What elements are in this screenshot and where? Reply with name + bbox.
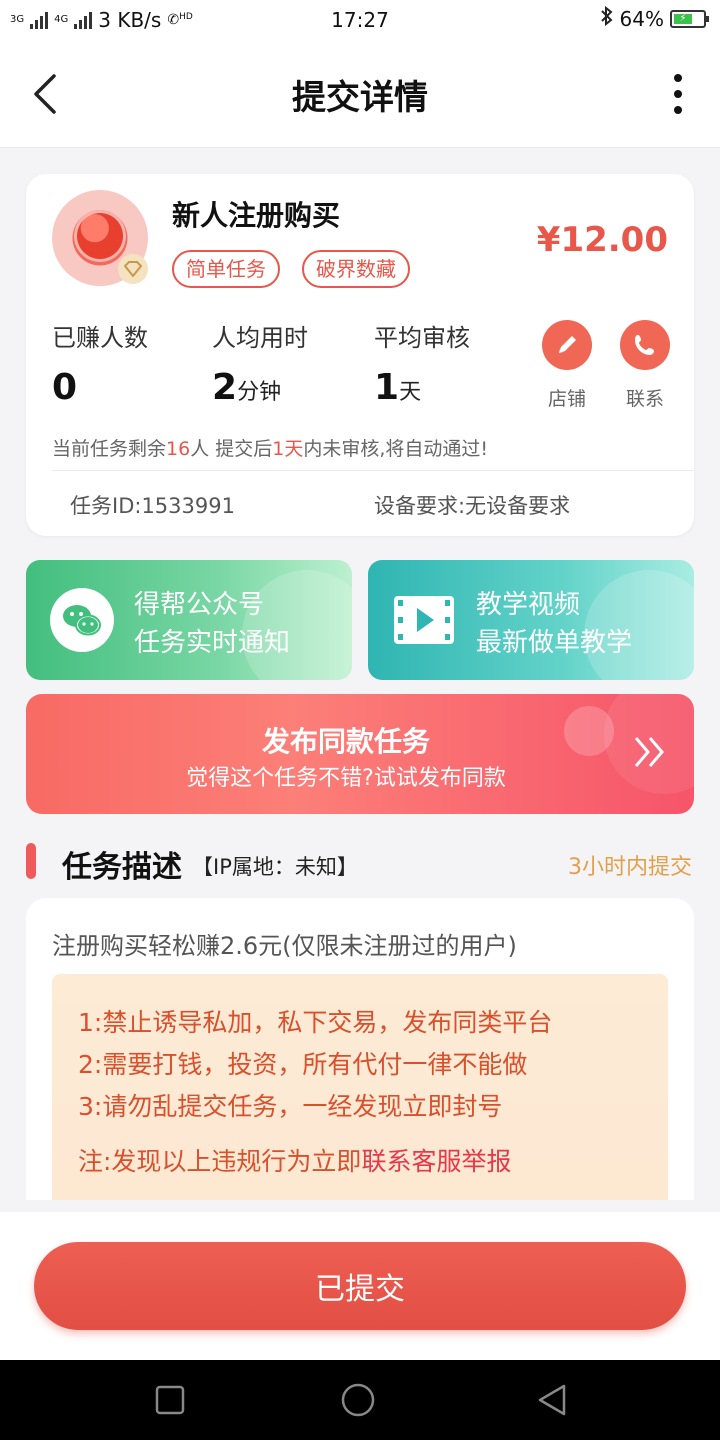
signal-icon-2 (74, 11, 93, 29)
more-dot-icon (674, 106, 682, 114)
network-type-2: 4G (54, 14, 69, 25)
task-notice: 当前任务剩余16人 提交后1天内未审核,将自动通过! (52, 438, 489, 460)
section-title: 任务描述 (62, 850, 182, 885)
contact-label: 联系 (625, 388, 664, 410)
back-triangle-icon[interactable] (534, 1382, 570, 1418)
battery-percent: 64% (619, 6, 664, 31)
task-price: ¥12.00 (536, 220, 668, 260)
pencil-icon (559, 336, 576, 353)
more-menu-button[interactable] (670, 74, 686, 114)
divider (52, 470, 694, 471)
video-tile-title: 教学视频 (476, 590, 581, 620)
wechat-tile-title: 得帮公众号 (134, 590, 265, 620)
system-navigation-bar (0, 1360, 720, 1440)
task-description-card: 注册购买轻松赚2.6元(仅限未注册过的用户) 1:禁止诱导私加，私下交易，发布同… (26, 898, 694, 1200)
tutorial-video-tile[interactable]: 教学视频 最新做单教学 (368, 560, 694, 680)
phone-icon (635, 335, 654, 355)
tag-simple-task: 简单任务 (172, 250, 280, 288)
publish-subtitle: 觉得这个任务不错?试试发布同款 (186, 766, 506, 791)
page-title: 提交详情 (292, 78, 428, 118)
tag-category: 破界数藏 (302, 250, 410, 288)
rule-item: 1:禁止诱导私加，私下交易，发布同类平台 (78, 1008, 553, 1037)
stat-avg-time: 人均用时 2分钟 (212, 324, 308, 408)
video-tile-subtitle: 最新做单教学 (476, 628, 633, 658)
app-header: 提交详情 (0, 40, 720, 148)
ip-location: 【IP属地：未知】 (192, 855, 358, 879)
wechat-official-account-tile[interactable]: 得帮公众号 任务实时通知 (26, 560, 352, 680)
hd-call-icon: ✆HD (167, 12, 193, 28)
wechat-icon (50, 588, 114, 652)
status-bar: 3G 4G 3 KB/s ✆HD 17:27 64% ⚡ (0, 0, 720, 40)
submitted-button[interactable]: 已提交 (34, 1242, 686, 1330)
publish-same-task-banner[interactable]: 发布同款任务 觉得这个任务不错?试试发布同款 (26, 694, 694, 814)
report-link[interactable]: 联系客服举报 (361, 1147, 511, 1176)
shop-label: 店铺 (547, 388, 586, 410)
rules-box: 1:禁止诱导私加，私下交易，发布同类平台 2:需要打钱，投资，所有代付一律不能做… (52, 974, 668, 1200)
wechat-tile-subtitle: 任务实时通知 (134, 628, 291, 658)
recent-apps-icon[interactable] (152, 1382, 188, 1418)
video-icon (394, 596, 454, 644)
diamond-badge-icon (118, 254, 148, 284)
section-accent-bar (26, 843, 36, 879)
network-speed: 3 KB/s (98, 8, 162, 32)
rule-item: 3:请勿乱提交任务，一经发现立即封号 (78, 1092, 503, 1121)
network-type-1: 3G (10, 14, 25, 25)
home-icon[interactable] (340, 1382, 376, 1418)
publish-title: 发布同款任务 (261, 725, 430, 758)
submit-deadline: 3小时内提交 (568, 855, 692, 880)
shop-button[interactable] (542, 320, 592, 370)
task-name: 新人注册购买 (172, 199, 341, 232)
more-dot-icon (674, 90, 682, 98)
task-id: 任务ID:1533991 (70, 494, 235, 518)
stat-avg-review: 平均审核 1天 (374, 324, 470, 408)
description-text: 注册购买轻松赚2.6元(仅限未注册过的用户) (52, 932, 517, 960)
more-dot-icon (674, 74, 682, 82)
stat-earned-count: 已赚人数 0 (52, 324, 148, 408)
rule-note: 注:发现以上违规行为立即联系客服举报 (78, 1147, 512, 1176)
contact-button[interactable] (620, 320, 670, 370)
double-chevron-right-icon (634, 737, 664, 767)
battery-icon: ⚡ (670, 9, 709, 28)
rule-item: 2:需要打钱，投资，所有代付一律不能做 (78, 1050, 528, 1079)
bottom-action-bar: 已提交 (0, 1212, 720, 1360)
signal-icon (30, 11, 49, 29)
device-requirement: 设备要求:无设备要求 (374, 494, 571, 518)
task-info-card: 新人注册购买 简单任务 破界数藏 ¥12.00 已赚人数 0 人均用时 2分钟 … (26, 174, 694, 536)
bluetooth-icon (600, 5, 614, 31)
